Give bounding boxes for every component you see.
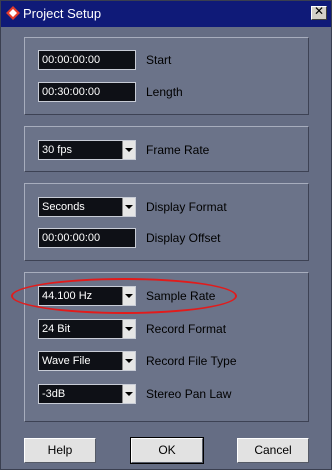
cancel-button[interactable]: Cancel [237, 438, 309, 463]
chevron-down-icon [125, 327, 133, 331]
chevron-down-icon [125, 148, 133, 152]
record-format-dropdown-button[interactable] [122, 320, 135, 338]
frame-rate-label: Frame Rate [146, 143, 210, 157]
chevron-down-icon [125, 205, 133, 209]
record-file-type-select[interactable]: Wave File [38, 351, 136, 371]
frame-rate-value: 30 fps [42, 144, 72, 156]
annotation-highlight-ellipse [11, 278, 237, 314]
display-format-dropdown-button[interactable] [122, 198, 135, 216]
frame-rate-select[interactable]: 30 fps [38, 140, 136, 160]
title-bar: Project Setup ✕ [1, 1, 331, 27]
display-group: Seconds Display Format 00:00:00:00 Displ… [24, 183, 309, 261]
stereo-pan-law-select[interactable]: -3dB [38, 384, 136, 404]
stereo-pan-law-label: Stereo Pan Law [146, 387, 232, 401]
project-setup-dialog: Project Setup ✕ 00:00:00:00 Start 00:30:… [0, 0, 332, 470]
stereo-pan-law-value: -3dB [42, 388, 66, 400]
record-file-type-value: Wave File [42, 355, 91, 367]
start-field[interactable]: 00:00:00:00 [38, 50, 136, 70]
display-format-label: Display Format [146, 200, 227, 214]
dialog-title: Project Setup [23, 6, 102, 21]
record-file-type-dropdown-button[interactable] [122, 352, 135, 370]
record-format-select[interactable]: 24 Bit [38, 319, 136, 339]
frame-rate-group: 30 fps Frame Rate [24, 126, 309, 172]
record-format-label: Record Format [146, 322, 227, 336]
length-field[interactable]: 00:30:00:00 [38, 82, 136, 102]
length-label: Length [146, 85, 183, 99]
display-offset-label: Display Offset [146, 231, 221, 245]
cubase-icon [6, 6, 20, 20]
display-format-select[interactable]: Seconds [38, 197, 136, 217]
help-button[interactable]: Help [24, 438, 96, 463]
chevron-down-icon [125, 359, 133, 363]
ok-button[interactable]: OK [130, 437, 204, 464]
start-label: Start [146, 53, 172, 67]
display-offset-field[interactable]: 00:00:00:00 [38, 228, 136, 248]
close-button[interactable]: ✕ [311, 4, 327, 20]
stereo-pan-law-dropdown-button[interactable] [122, 385, 135, 403]
frame-rate-dropdown-button[interactable] [122, 141, 135, 159]
close-icon: ✕ [314, 4, 325, 18]
record-file-type-label: Record File Type [146, 354, 237, 368]
chevron-down-icon [125, 392, 133, 396]
display-format-value: Seconds [42, 201, 85, 213]
record-format-value: 24 Bit [42, 323, 71, 335]
time-group: 00:00:00:00 Start 00:30:00:00 Length [24, 37, 309, 115]
